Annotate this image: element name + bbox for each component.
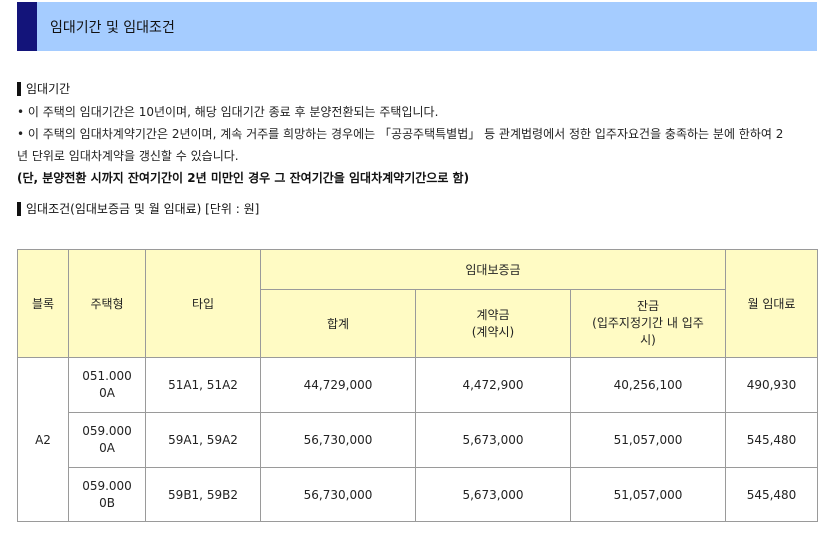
balance-cell: 51,057,000 [570,467,726,522]
house-type-line-2: 0B [99,495,115,510]
rental-period-text: • 이 주택의 임대기간은 10년이며, 해당 임대기간 종료 후 분양전환되는… [17,101,823,189]
col-header-house-type: 주택형 [68,249,146,358]
table-row: 059.000 0A 59A1, 59A2 56,730,000 5,673,0… [18,412,818,468]
house-type-cell: 059.000 0B [68,467,146,522]
house-type-line-1: 059.000 [82,424,132,438]
rental-period-heading-text: 임대기간 [26,82,71,96]
total-cell: 56,730,000 [260,412,416,468]
house-type-line-1: 059.000 [82,478,132,493]
col-header-contract-line-1: 계약금 [476,307,510,322]
house-type-cell: 059.000 0A [68,412,146,468]
monthly-rent-cell: 545,480 [725,467,818,522]
house-type-line-2: 0A [99,441,115,455]
type-cell: 59A1, 59A2 [145,412,261,468]
rental-period-note: (단, 분양전환 시까지 잔여기간이 2년 미만인 경우 그 잔여기간을 임대차… [17,171,470,185]
rental-period-heading: 임대기간 [17,80,70,97]
col-header-total: 합계 [260,289,416,358]
total-cell: 44,729,000 [260,357,416,413]
house-type-line-1: 051.000 [82,369,132,383]
col-header-block: 블록 [17,249,69,358]
rental-period-line-1: • 이 주택의 임대기간은 10년이며, 해당 임대기간 종료 후 분양전환되는… [17,105,439,119]
heading-bar-marker [17,201,21,216]
contract-cell: 5,673,000 [415,412,571,468]
house-type-cell: 051.000 0A [68,357,146,413]
rental-conditions-heading-text: 임대조건(임대보증금 및 월 임대료) [단위 : 원] [26,202,260,216]
rental-period-line-3: 년 단위로 임대차계약을 갱신할 수 있습니다. [17,149,239,163]
table-row: 059.000 0B 59B1, 59B2 56,730,000 5,673,0… [18,467,818,522]
col-header-contract: 계약금 (계약시) [415,289,571,358]
type-cell: 59B1, 59B2 [145,467,261,522]
col-header-balance: 잔금 (입주지정기간 내 입주 시) [570,289,726,358]
block-cell: A2 [17,357,69,522]
table-header-row: 블록 주택형 타입 임대보증금 월 임대료 [17,249,818,358]
rental-period-line-2: • 이 주택의 임대차계약기간은 2년이며, 계속 거주를 희망하는 경우에는 … [17,127,784,141]
contract-cell: 5,673,000 [415,467,571,522]
contract-cell: 4,472,900 [415,357,571,413]
type-cell: 51A1, 51A2 [145,357,261,413]
monthly-rent-cell: 545,480 [725,412,818,468]
col-header-balance-line-1: 잔금 [636,299,660,313]
col-header-contract-line-2: (계약시) [471,324,515,339]
rental-conditions-heading: 임대조건(임대보증금 및 월 임대료) [단위 : 원] [17,200,259,217]
rental-conditions-table: 블록 주택형 타입 임대보증금 월 임대료 합계 계약금 (계약시) 잔금 (입… [17,249,818,522]
heading-bar-marker [17,81,21,96]
monthly-rent-cell: 490,930 [725,357,818,413]
table-row: A2 051.000 0A 51A1, 51A2 44,729,000 4,47… [17,357,818,522]
col-header-balance-line-3: 시) [640,333,656,347]
col-header-type: 타입 [145,249,261,358]
total-cell: 56,730,000 [260,467,416,522]
page-header: 임대기간 및 임대조건 [17,2,817,51]
page-title: 임대기간 및 임대조건 [50,19,175,36]
balance-cell: 40,256,100 [570,357,726,413]
house-type-line-2: 0A [99,386,115,400]
col-header-monthly-rent: 월 임대료 [725,249,818,358]
col-header-deposit: 임대보증금 [260,249,726,290]
balance-cell: 51,057,000 [570,412,726,468]
col-header-balance-line-2: (입주지정기간 내 입주 [592,316,704,330]
